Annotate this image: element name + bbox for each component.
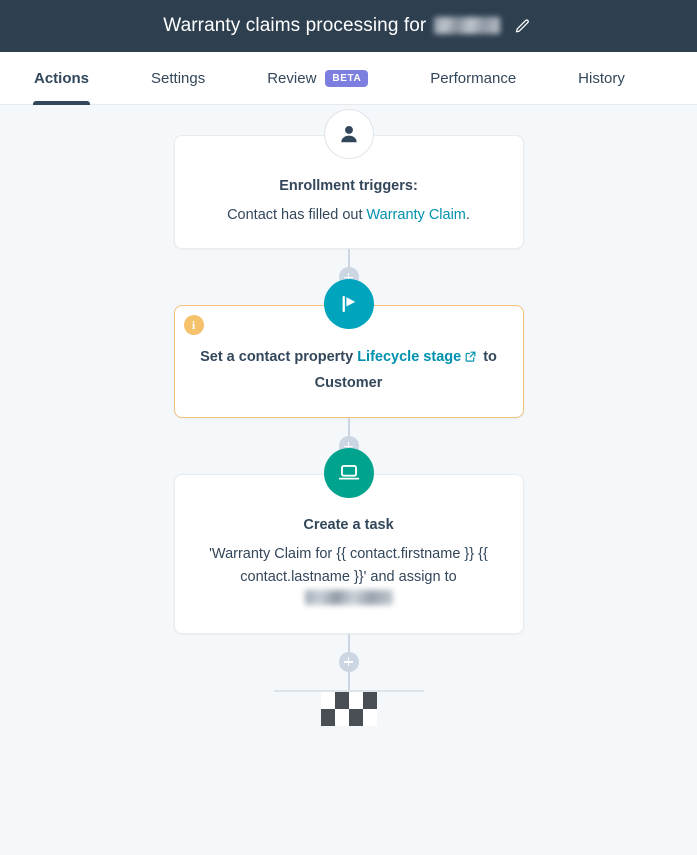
title-bar: Warranty claims processing for <box>0 0 697 52</box>
create-task-body: 'Warranty Claim for {{ contact.firstname… <box>199 543 499 610</box>
redacted-company-name <box>433 17 500 35</box>
create-task-title: Create a task <box>303 517 394 534</box>
pencil-icon[interactable] <box>512 15 534 37</box>
tab-performance[interactable]: Performance <box>430 52 516 104</box>
beta-badge: BETA <box>325 69 369 87</box>
add-step-button-3[interactable] <box>338 651 359 672</box>
connector-3 <box>174 633 524 690</box>
set-property-text: Set a contact property Lifecycle stage t… <box>199 346 499 395</box>
workflow-end <box>174 689 524 726</box>
lifecycle-stage-link[interactable]: Lifecycle stage <box>357 349 461 365</box>
workflow-flow: Enrollment triggers: Contact has filled … <box>173 105 524 726</box>
page-title: Warranty claims processing for <box>163 15 501 37</box>
tab-bar: Actions Settings Review BETA Performance… <box>0 52 697 105</box>
redacted-assignee-name <box>304 590 393 606</box>
tab-settings[interactable]: Settings <box>151 52 205 104</box>
tab-performance-label: Performance <box>430 69 517 87</box>
checkered-flag-icon <box>320 691 377 726</box>
enrollment-trigger-node: Enrollment triggers: Contact has filled … <box>173 109 524 250</box>
contact-person-icon <box>323 109 374 159</box>
tab-actions-label: Actions <box>34 69 90 87</box>
create-task-card[interactable]: Create a task 'Warranty Claim for {{ con… <box>173 474 524 634</box>
laptop-task-icon <box>323 448 374 499</box>
create-task-text: 'Warranty Claim for {{ contact.firstname… <box>209 546 488 585</box>
enrollment-trigger-body: Contact has filled out Warranty Claim. <box>199 204 499 226</box>
create-task-node: Create a task 'Warranty Claim for {{ con… <box>173 448 524 634</box>
info-icon[interactable]: i <box>183 315 204 336</box>
enrollment-trigger-text-suffix: . <box>465 207 470 224</box>
page-title-text: Warranty claims processing for <box>163 15 427 36</box>
tab-history[interactable]: History <box>578 52 625 104</box>
set-property-text-prefix: Set a contact property <box>200 349 358 366</box>
enrollment-trigger-title: Enrollment triggers: <box>279 178 418 194</box>
flag-icon <box>323 279 374 330</box>
tab-actions[interactable]: Actions <box>32 52 91 105</box>
external-link-icon[interactable] <box>464 348 477 371</box>
tab-history-label: History <box>578 69 625 87</box>
tab-review[interactable]: Review BETA <box>267 52 369 104</box>
workflow-canvas[interactable]: Enrollment triggers: Contact has filled … <box>0 105 697 855</box>
set-property-node: i Set a contact property Lifecycle stage… <box>173 279 524 419</box>
tab-settings-label: Settings <box>151 69 206 87</box>
enrollment-trigger-text: Contact has filled out <box>227 207 367 224</box>
warranty-claim-link[interactable]: Warranty Claim <box>367 207 466 223</box>
tab-review-label: Review <box>267 69 317 87</box>
